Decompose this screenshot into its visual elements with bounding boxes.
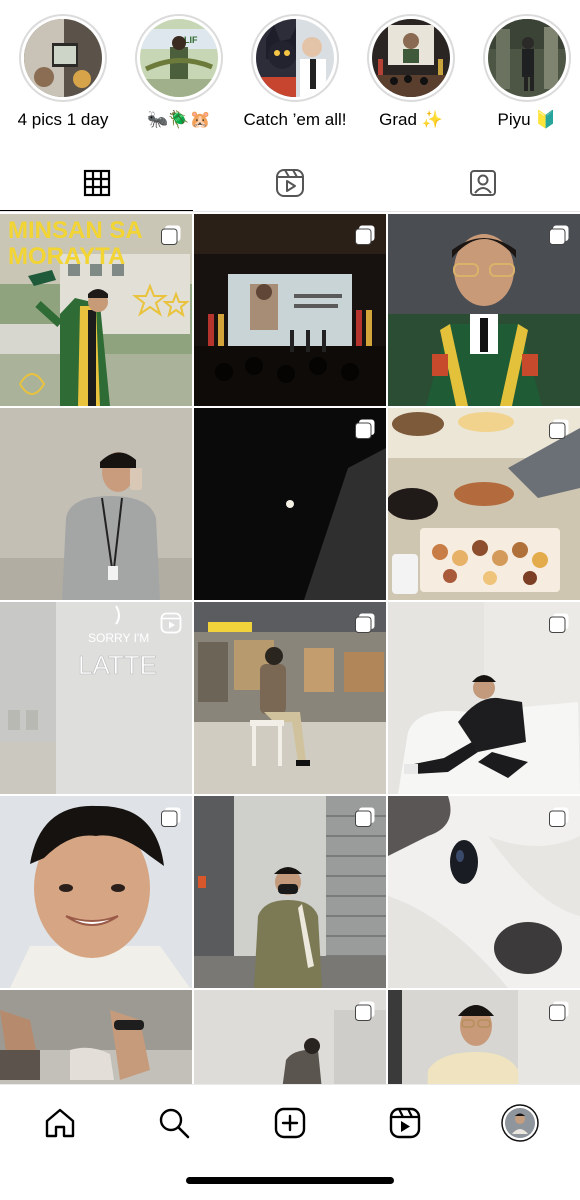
post-thumbnail[interactable]: MINSAN SA MORAYTA xyxy=(0,214,192,406)
reel-icon xyxy=(160,612,182,634)
nav-profile[interactable] xyxy=(500,1103,540,1143)
post-thumbnail[interactable]: SORRY I'M LATTE xyxy=(0,602,192,794)
highlight-thumbnail xyxy=(372,19,450,97)
highlight-item[interactable]: Catch ’em all! xyxy=(237,14,353,130)
reels-icon xyxy=(275,169,304,197)
home-indicator xyxy=(186,1177,394,1184)
post-thumbnail[interactable] xyxy=(388,408,580,600)
multi-photo-icon xyxy=(549,613,569,633)
highlight-label: Piyu 🔰 xyxy=(497,110,557,129)
highlight-ring xyxy=(251,14,339,102)
post-thumbnail[interactable] xyxy=(388,602,580,794)
tagged-icon xyxy=(469,170,496,196)
tab-tagged[interactable] xyxy=(386,154,579,212)
post-thumbnail[interactable] xyxy=(0,408,192,600)
highlight-item[interactable]: 4 pics 1 day xyxy=(5,14,121,130)
highlight-label: 🐜🪲🐹 xyxy=(147,110,211,129)
multi-photo-icon xyxy=(355,419,375,439)
highlight-ring xyxy=(483,14,571,102)
post-thumbnail[interactable] xyxy=(194,214,386,406)
nav-home[interactable] xyxy=(40,1103,80,1143)
multi-photo-icon xyxy=(549,419,569,439)
tab-reels[interactable] xyxy=(193,154,386,212)
nav-search[interactable] xyxy=(154,1103,194,1143)
nav-create[interactable] xyxy=(270,1103,310,1143)
multi-photo-icon xyxy=(161,225,181,245)
post-thumbnail[interactable] xyxy=(388,990,580,1084)
nav-reels[interactable] xyxy=(385,1103,425,1143)
search-icon xyxy=(159,1108,190,1139)
tab-posts-grid[interactable] xyxy=(0,154,193,212)
svg-text:LIF: LIF xyxy=(184,35,198,45)
post-thumbnail[interactable] xyxy=(388,796,580,988)
highlight-item[interactable]: Piyu 🔰 xyxy=(469,14,580,130)
reels-icon xyxy=(389,1107,421,1139)
profile-avatar xyxy=(501,1104,539,1142)
home-icon xyxy=(45,1108,75,1138)
multi-photo-icon xyxy=(355,807,375,827)
multi-photo-icon xyxy=(161,807,181,827)
highlight-thumbnail xyxy=(24,19,102,97)
profile-tabs xyxy=(0,154,580,212)
multi-photo-icon xyxy=(549,225,569,245)
highlight-label: Grad ✨ xyxy=(379,110,443,129)
multi-photo-icon xyxy=(355,1001,375,1021)
post-thumbnail[interactable] xyxy=(0,796,192,988)
highlight-ring xyxy=(367,14,455,102)
highlight-label: Catch ’em all! xyxy=(243,110,347,129)
sign-line2: LATTE xyxy=(78,650,157,680)
highlight-item[interactable]: Grad ✨ xyxy=(353,14,469,130)
tabs-divider xyxy=(0,211,580,212)
highlight-thumbnail: LIF xyxy=(140,19,218,97)
highlight-ring xyxy=(19,14,107,102)
post-thumbnail[interactable] xyxy=(0,990,192,1084)
highlight-thumbnail xyxy=(488,19,566,97)
banner-line1: MINSAN SA xyxy=(8,217,143,244)
multi-photo-icon xyxy=(549,807,569,827)
create-icon xyxy=(274,1107,306,1139)
multi-photo-icon xyxy=(549,1001,569,1021)
post-thumbnail[interactable] xyxy=(194,796,386,988)
grid-icon xyxy=(83,169,110,197)
posts-grid: MINSAN SA MORAYTA SORRY I'M LATTE xyxy=(0,214,580,1084)
highlight-label: 4 pics 1 day xyxy=(17,110,109,129)
highlight-item[interactable]: LIF 🐜🪲🐹 xyxy=(121,14,237,130)
multi-photo-icon xyxy=(355,613,375,633)
story-highlights: 4 pics 1 day LIF 🐜🪲🐹 Catch ’em all! Grad… xyxy=(0,0,580,150)
banner-line2: MORAYTA xyxy=(8,243,125,270)
post-thumbnail[interactable] xyxy=(194,408,386,600)
post-thumbnail[interactable] xyxy=(388,214,580,406)
bottom-navigation xyxy=(0,1084,580,1200)
highlight-ring: LIF xyxy=(135,14,223,102)
multi-photo-icon xyxy=(355,225,375,245)
highlight-thumbnail xyxy=(256,19,334,97)
post-thumbnail[interactable] xyxy=(194,990,386,1084)
post-thumbnail[interactable] xyxy=(194,602,386,794)
sign-line1: SORRY I'M xyxy=(88,631,149,645)
